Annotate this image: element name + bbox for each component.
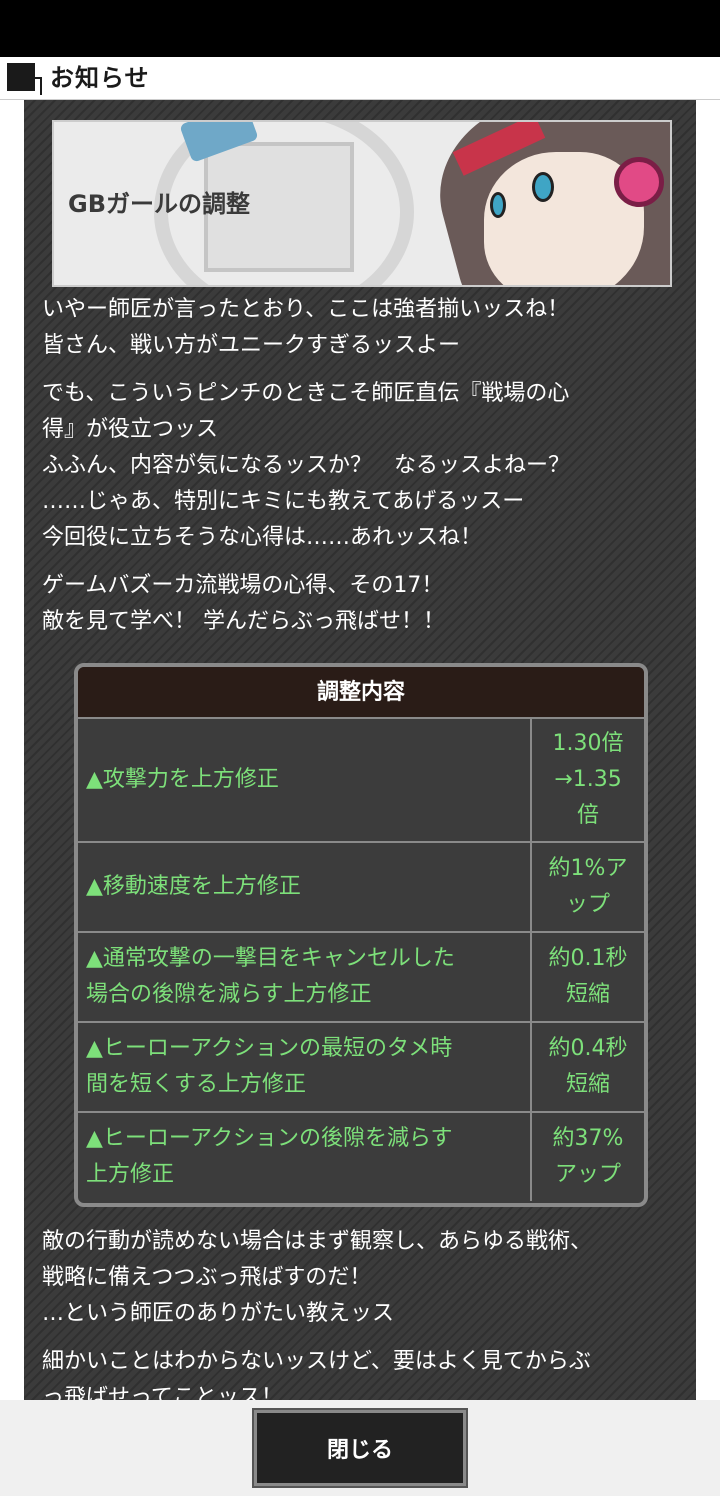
table-row: ▲ヒーローアクションの後隙を減らす 上方修正 約37% アップ: [78, 1113, 644, 1201]
adjustment-table: 調整内容 ▲攻撃力を上方修正 1.30倍 →1.35 倍 ▲移動速度を上方修正 …: [74, 663, 648, 1207]
paragraph: 敵の行動が読めない場合はまず観察し、あらゆる戦術、 戦略に備えつつぶっ飛ばすのだ…: [42, 1224, 682, 1332]
table-row: ▲通常攻撃の一撃目をキャンセルした 場合の後隙を減らす上方修正 約0.1秒 短縮: [78, 933, 644, 1023]
text-line: いやー師匠が言ったとおり、ここは強者揃いッスね！: [42, 297, 570, 322]
text-line: っ飛ばせってことッス！: [42, 1385, 283, 1400]
table-row: ▲移動速度を上方修正 約1%ア ップ: [78, 843, 644, 933]
adjustment-name: ▲ヒーローアクションの最短のタメ時 間を短くする上方修正: [78, 1023, 532, 1111]
adjustment-name: ▲ヒーローアクションの後隙を減らす 上方修正: [78, 1113, 532, 1201]
table-row: ▲ヒーローアクションの最短のタメ時 間を短くする上方修正 約0.4秒 短縮: [78, 1023, 644, 1113]
adjustment-value: 約0.4秒 短縮: [548, 1036, 628, 1097]
paragraph: でも、こういうピンチのときこそ師匠直伝『戦場の心 得』が役立つッス ふふん、内容…: [42, 376, 682, 556]
paragraph: いやー師匠が言ったとおり、ここは強者揃いッスね！ 皆さん、戦い方がユニークすぎる…: [42, 292, 682, 364]
text-line: ゲームバズーカ流戦場の心得、その17！: [42, 573, 444, 598]
banner-title: GBガールの調整: [68, 190, 250, 218]
text-line: ……じゃあ、特別にキミにも教えてあげるッスー: [42, 489, 525, 514]
text-line: 得』が役立つッス: [42, 417, 219, 442]
intro-paragraphs: いやー師匠が言ったとおり、ここは強者揃いッスね！ 皆さん、戦い方がユニークすぎる…: [42, 292, 682, 652]
notice-content[interactable]: GBガールの調整 いやー師匠が言ったとおり、ここは強者揃いッスね！ 皆さん、戦い…: [24, 100, 696, 1400]
paragraph: ゲームバズーカ流戦場の心得、その17！ 敵を見て学べ！ 学んだらぶっ飛ばせ！！: [42, 568, 682, 640]
notice-frame: GBガールの調整 いやー師匠が言ったとおり、ここは強者揃いッスね！ 皆さん、戦い…: [0, 100, 720, 1400]
adjustment-value: 約0.1秒 短縮: [548, 946, 628, 1007]
adjustment-value: 約37% アップ: [552, 1126, 624, 1187]
adjustment-name: ▲移動速度を上方修正: [78, 843, 532, 931]
paragraph: 細かいことはわからないッスけど、要はよく見てからぶ っ飛ばせってことッス！: [42, 1344, 682, 1400]
text-line: でも、こういうピンチのときこそ師匠直伝『戦場の心: [42, 381, 570, 406]
text-line: 戦略に備えつつぶっ飛ばすのだ！: [42, 1265, 372, 1290]
text-line: 細かいことはわからないッスけど、要はよく見てからぶ: [42, 1349, 591, 1374]
notice-banner: GBガールの調整: [52, 120, 672, 287]
table-header: 調整内容: [78, 667, 644, 719]
text-line: 今回役に立ちそうな心得は……あれッスね！: [42, 525, 483, 550]
adjustment-name: ▲攻撃力を上方修正: [78, 719, 532, 841]
text-line: ふふん、内容が気になるッスか？ なるッスよねー？: [42, 453, 571, 478]
table-row: ▲攻撃力を上方修正 1.30倍 →1.35 倍: [78, 719, 644, 843]
text-line: 皆さん、戦い方がユニークすぎるッスよー: [42, 333, 461, 358]
adjustment-name: ▲通常攻撃の一撃目をキャンセルした 場合の後隙を減らす上方修正: [78, 933, 532, 1021]
text-line: …という師匠のありがたい教えッス: [42, 1301, 395, 1326]
adjustment-value: 約1%ア ップ: [548, 856, 628, 917]
outro-paragraphs: 敵の行動が読めない場合はまず観察し、あらゆる戦術、 戦略に備えつつぶっ飛ばすのだ…: [42, 1224, 682, 1400]
banner-art-eye: [490, 192, 506, 218]
bracket-icon: [30, 77, 42, 95]
close-button[interactable]: 閉じる: [252, 1408, 468, 1488]
footer-bar: 閉じる: [0, 1400, 720, 1496]
page-title: お知らせ: [50, 64, 150, 92]
headphone-icon: [614, 157, 664, 207]
text-line: 敵の行動が読めない場合はまず観察し、あらゆる戦術、: [42, 1229, 593, 1254]
text-line: 敵を見て学べ！ 学んだらぶっ飛ばせ！！: [42, 609, 445, 634]
status-bar: [0, 0, 720, 57]
adjustment-value: 1.30倍 →1.35 倍: [552, 731, 624, 828]
notice-header: お知らせ: [0, 57, 720, 100]
banner-art-eye: [532, 172, 554, 202]
